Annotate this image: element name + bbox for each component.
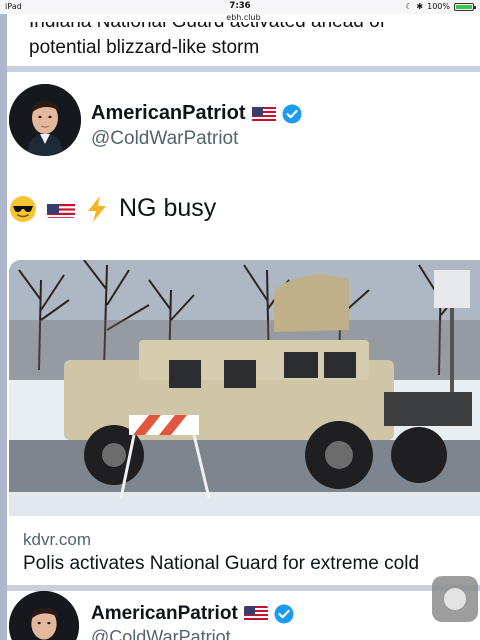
status-bar: iPad 7:36 ☾ ✱ 100% — [0, 0, 480, 14]
verified-badge-icon — [274, 604, 294, 624]
avatar[interactable] — [9, 591, 79, 640]
user-handle[interactable]: @ColdWarPatriot — [91, 128, 238, 150]
assistive-touch-dot-icon — [444, 588, 466, 610]
tweet-card[interactable]: AmericanPatriot @ColdWarPatriot NG busy … — [7, 72, 480, 585]
lightning-icon — [85, 195, 109, 223]
link-card-title[interactable]: Polis activates National Guard for extre… — [23, 553, 419, 575]
assistive-touch-button[interactable] — [432, 576, 478, 622]
display-name[interactable]: AmericanPatriot — [91, 102, 302, 125]
battery-percent: 100% — [427, 2, 450, 11]
status-icons: ☾ ✱ 100% — [405, 2, 476, 11]
us-flag-icon — [243, 606, 268, 622]
avatar[interactable] — [9, 84, 81, 156]
previous-headline-line2: potential blizzard-like storm — [29, 37, 260, 58]
left-rail — [0, 14, 7, 640]
display-name[interactable]: AmericanPatriot — [91, 603, 294, 625]
bluetooth-icon: ✱ — [416, 2, 424, 11]
tweet-body: NG busy — [119, 194, 217, 222]
sunglasses-face-icon — [9, 195, 37, 223]
us-flag-icon — [251, 106, 276, 122]
battery-icon — [454, 2, 476, 11]
user-handle[interactable]: @ColdWarPatriot — [91, 627, 231, 640]
link-card-domain[interactable]: kdvr.com — [23, 530, 91, 550]
display-name-text: AmericanPatriot — [91, 603, 238, 624]
us-flag-emoji-icon — [47, 200, 75, 218]
display-name-text: AmericanPatriot — [91, 102, 246, 124]
url-bar[interactable]: ebh.club — [7, 13, 480, 22]
tweet-text: NG busy — [9, 194, 216, 223]
verified-badge-icon — [282, 104, 302, 124]
next-tweet-card[interactable]: AmericanPatriot @ColdWarPatriot — [7, 591, 480, 640]
previous-post-card[interactable]: ebh.club Indiana National Guard activate… — [7, 13, 480, 66]
tweet-media-image[interactable] — [9, 260, 480, 516]
moon-icon: ☾ — [405, 2, 413, 11]
